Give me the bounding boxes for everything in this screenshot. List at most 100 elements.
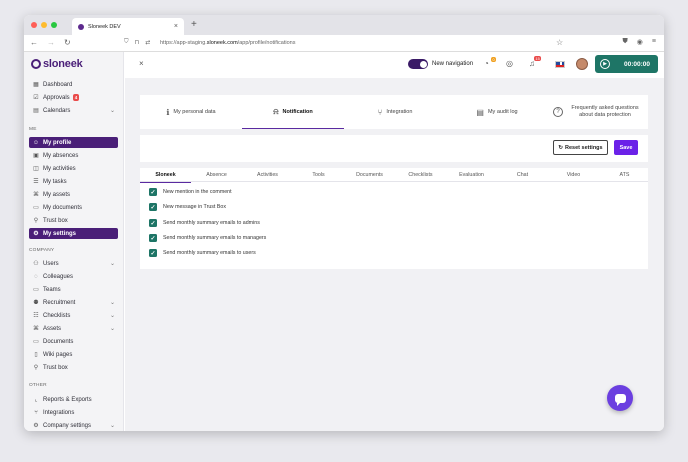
- sidebar-item-my-documents[interactable]: ▭ My documents: [29, 202, 118, 213]
- sloneek-logo[interactable]: sloneek: [31, 58, 83, 70]
- chat-bubble-icon: [614, 393, 626, 406]
- close-icon[interactable]: ×: [139, 59, 144, 68]
- absence-icon: ▣: [33, 153, 39, 159]
- tab-label: Notification: [282, 109, 313, 115]
- setting-label: Send monthly summary emails to admins: [163, 220, 260, 226]
- browser-tab[interactable]: Sloneek DEV ×: [72, 18, 184, 35]
- reset-settings-button[interactable]: ↻ Reset settings: [553, 140, 608, 155]
- clock-badge: 0: [491, 57, 497, 62]
- sidebar-item-wiki-pages[interactable]: ▯ Wiki pages: [29, 349, 118, 360]
- sidebar-item-users[interactable]: ⚇ Users ⌄: [29, 258, 118, 269]
- sidebar-item-my-activities[interactable]: ◫ My activities: [29, 163, 118, 174]
- sidebar-item-assets[interactable]: ⌘ Assets ⌄: [29, 323, 118, 334]
- pocket-icon[interactable]: ⛊: [623, 38, 628, 46]
- minimize-window-button[interactable]: [41, 22, 47, 28]
- permissions-icon[interactable]: ⇄: [145, 39, 150, 46]
- sidebar-item-my-tasks[interactable]: ☰ My tasks: [29, 176, 118, 187]
- tab-documents[interactable]: Documents: [344, 168, 395, 182]
- checkbox[interactable]: ✓: [149, 249, 157, 257]
- chevron-down-icon[interactable]: ⌄: [110, 107, 115, 114]
- tab-integration[interactable]: ⑂ Integration: [344, 95, 446, 129]
- chat-icon[interactable]: ◎: [506, 59, 513, 68]
- sidebar-item-documents[interactable]: ▭ Documents: [29, 336, 118, 347]
- tab-checklists[interactable]: Checklists: [395, 168, 446, 182]
- sidebar-item-calendars[interactable]: ▤ Calendars ⌄: [29, 105, 118, 116]
- checkbox[interactable]: ✓: [149, 234, 157, 242]
- teams-icon: ▭: [33, 287, 39, 293]
- reload-icon[interactable]: ↻: [64, 38, 71, 47]
- checkbox[interactable]: ✓: [149, 203, 157, 211]
- tab-ats[interactable]: ATS: [599, 168, 650, 182]
- sidebar-item-label: Wiki pages: [43, 351, 73, 358]
- folder-icon: ▭: [33, 339, 39, 345]
- lock-icon[interactable]: ⊓: [135, 39, 140, 46]
- sidebar-item-my-absences[interactable]: ▣ My absences: [29, 150, 118, 161]
- sidebar-item-trust-box-me[interactable]: ⚲ Trust box: [29, 215, 118, 226]
- tab-notification[interactable]: ⍾ Notification: [242, 95, 344, 129]
- sidebar-item-teams[interactable]: ▭ Teams: [29, 284, 118, 295]
- bell-icon: ⍾: [273, 107, 279, 116]
- tab-my-audit-log[interactable]: ▤ My audit log: [446, 95, 548, 129]
- main-content: × New navigation ◔ 0 ◎ ♫ 15 ▶ 00:00:00 ℹ…: [125, 52, 664, 431]
- chevron-down-icon[interactable]: ⌄: [110, 325, 115, 332]
- tab-video[interactable]: Video: [548, 168, 599, 182]
- checklist-icon: ☷: [33, 313, 39, 319]
- sidebar-item-my-assets[interactable]: ⌘ My assets: [29, 189, 118, 200]
- play-icon[interactable]: ▶: [600, 59, 610, 69]
- close-tab-icon[interactable]: ×: [174, 23, 178, 30]
- new-navigation-toggle[interactable]: [408, 59, 428, 69]
- action-bar: ↻ Reset settings Save: [140, 135, 648, 162]
- language-flag-icon[interactable]: [555, 61, 565, 68]
- tab-sloneek[interactable]: Sloneek: [140, 168, 191, 183]
- back-arrow-icon[interactable]: ←: [30, 38, 38, 47]
- forward-arrow-icon[interactable]: →: [47, 38, 55, 47]
- new-tab-button[interactable]: +: [191, 19, 197, 30]
- tab-faq-data-protection[interactable]: ? Frequently asked questions about data …: [548, 95, 648, 129]
- sidebar-item-approvals[interactable]: ☑ Approvals 4: [29, 92, 118, 103]
- sidebar-item-my-profile[interactable]: ☺ My profile: [29, 137, 118, 148]
- sidebar-item-integrations[interactable]: ⑂ Integrations: [29, 407, 118, 418]
- checkbox[interactable]: ✓: [149, 219, 157, 227]
- sidebar-item-label: My profile: [43, 139, 72, 146]
- avatar[interactable]: [576, 58, 588, 70]
- sidebar-item-checklists[interactable]: ☷ Checklists ⌄: [29, 310, 118, 321]
- tab-label: Frequently asked questions about data pr…: [571, 105, 639, 118]
- sidebar-item-recruitment[interactable]: ⚉ Recruitment ⌄: [29, 297, 118, 308]
- setting-row: ✓ New mention in the comment: [149, 187, 232, 197]
- support-chat-button[interactable]: [607, 385, 633, 411]
- browser-extensions: ⛊ ◉ ≡: [623, 38, 656, 46]
- maximize-window-button[interactable]: [51, 22, 57, 28]
- sidebar-item-colleagues[interactable]: ◌ Colleagues: [29, 271, 118, 282]
- reports-icon: ⌞: [34, 397, 38, 403]
- sidebar-item-my-settings[interactable]: ⚙ My settings: [29, 228, 118, 239]
- chevron-down-icon[interactable]: ⌄: [110, 422, 115, 429]
- tab-absence[interactable]: Absence: [191, 168, 242, 182]
- chevron-down-icon[interactable]: ⌄: [110, 260, 115, 267]
- close-window-button[interactable]: [31, 22, 37, 28]
- sidebar-item-reports-exports[interactable]: ⌞ Reports & Exports: [29, 394, 118, 405]
- tab-activities[interactable]: Activities: [242, 168, 293, 182]
- extension-icon[interactable]: ◉: [637, 38, 643, 46]
- save-button[interactable]: Save: [614, 140, 638, 155]
- tab-evaluation[interactable]: Evaluation: [446, 168, 497, 182]
- sidebar-item-dashboard[interactable]: ▦ Dashboard: [29, 79, 118, 90]
- tab-tools[interactable]: Tools: [293, 168, 344, 182]
- menu-icon[interactable]: ≡: [652, 38, 656, 46]
- chevron-down-icon[interactable]: ⌄: [110, 312, 115, 319]
- sidebar-item-trust-box[interactable]: ⚲ Trust box: [29, 362, 118, 373]
- tab-title: Sloneek DEV: [88, 23, 121, 30]
- gear-icon: ⚙: [33, 231, 39, 237]
- colleagues-icon: ◌: [34, 273, 38, 280]
- new-navigation-label: New navigation: [432, 61, 474, 67]
- checkbox[interactable]: ✓: [149, 188, 157, 196]
- chevron-down-icon[interactable]: ⌄: [110, 299, 115, 306]
- time-tracker[interactable]: ▶ 00:00:00: [595, 55, 658, 73]
- bookmark-star-icon[interactable]: ☆: [556, 38, 563, 47]
- shield-icon[interactable]: ⛉: [124, 39, 129, 46]
- url-field[interactable]: https://app-staging.sloneek.com/app/prof…: [160, 40, 295, 46]
- clock-icon[interactable]: ◔: [484, 59, 489, 68]
- tab-chat[interactable]: Chat: [497, 168, 548, 182]
- setting-row: ✓ Send monthly summary emails to admins: [149, 218, 260, 228]
- sidebar-item-company-settings[interactable]: ⚙ Company settings ⌄: [29, 420, 118, 431]
- tab-my-personal-data[interactable]: ℹ My personal data: [140, 95, 242, 129]
